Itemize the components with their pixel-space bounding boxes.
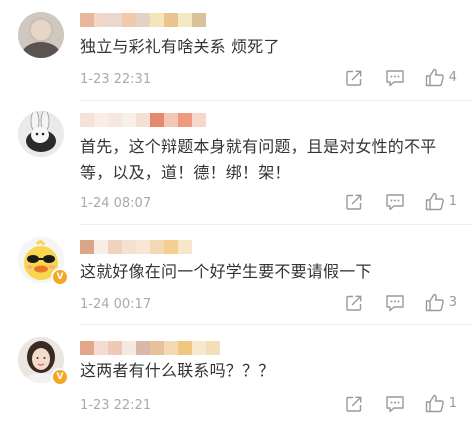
blurred-name-pixel [94, 341, 108, 355]
blurred-name-pixel [122, 113, 136, 127]
blurred-name-pixel [122, 13, 136, 27]
blurred-name-pixel [80, 13, 94, 27]
blurred-name-pixel [178, 240, 192, 254]
thumbs-up-icon [425, 68, 444, 87]
divider [80, 224, 473, 225]
comment-actions: 1 [345, 394, 457, 413]
avatar[interactable] [18, 12, 64, 58]
blurred-username[interactable] [80, 341, 220, 355]
blurred-name-pixel [94, 240, 108, 254]
blurred-name-pixel [178, 341, 192, 355]
blurred-name-pixel [80, 341, 94, 355]
like-button[interactable]: 3 [425, 293, 457, 312]
divider [80, 324, 473, 325]
comment-text: 这就好像在问一个好学生要不要请假一下 [80, 262, 372, 281]
blurred-name-pixel [94, 113, 108, 127]
blurred-name-pixel [178, 113, 192, 127]
blurred-username[interactable] [80, 13, 206, 27]
blurred-name-pixel [192, 113, 206, 127]
blurred-name-pixel [150, 240, 164, 254]
comment-text: 独立与彩礼有啥关系 烦死了 [80, 37, 280, 56]
like-button[interactable]: 1 [425, 394, 457, 413]
blurred-name-pixel [108, 13, 122, 27]
thumbs-up-icon [425, 293, 444, 312]
blurred-name-pixel [192, 341, 206, 355]
comment-icon [386, 294, 404, 311]
comment-icon [386, 395, 404, 412]
verified-badge-icon: V [51, 268, 69, 286]
blurred-name-pixel [122, 240, 136, 254]
comment-actions: 3 [345, 293, 457, 312]
like-count: 4 [448, 70, 457, 85]
blurred-name-pixel [178, 13, 192, 27]
rabbit-avatar-icon [18, 111, 64, 157]
blurred-name-pixel [108, 113, 122, 127]
share-icon [346, 194, 362, 210]
verified-badge-icon: V [51, 368, 69, 386]
comment-actions: 4 [345, 68, 457, 87]
blurred-name-pixel [150, 341, 164, 355]
share-button[interactable] [345, 294, 363, 312]
blurred-username[interactable] [80, 113, 206, 127]
share-button[interactable] [345, 395, 363, 413]
blurred-name-pixel [122, 341, 136, 355]
blurred-name-pixel [80, 240, 94, 254]
blurred-name-pixel [108, 240, 122, 254]
avatar[interactable] [18, 111, 64, 157]
share-button[interactable] [345, 69, 363, 87]
reply-button[interactable] [385, 395, 405, 413]
like-count: 3 [448, 295, 457, 310]
blurred-name-pixel [150, 113, 164, 127]
reply-button[interactable] [385, 69, 405, 87]
blurred-name-pixel [164, 13, 178, 27]
blurred-name-pixel [94, 13, 108, 27]
blurred-name-pixel [164, 240, 178, 254]
like-button[interactable]: 4 [425, 68, 457, 87]
comment-text: 首先，这个辩题本身就有问题，且是对女性的不平等，以及，道！德！绑！架！ [80, 137, 437, 182]
blurred-name-pixel [136, 240, 150, 254]
comment-timestamp: 1-24 00:17 [80, 297, 152, 312]
comment-timestamp: 1-23 22:21 [80, 398, 152, 413]
blurred-name-pixel [164, 341, 178, 355]
blurred-name-pixel [136, 13, 150, 27]
blurred-name-pixel [108, 341, 122, 355]
reply-button[interactable] [385, 193, 405, 211]
blurred-name-pixel [136, 113, 150, 127]
like-button[interactable]: 1 [425, 192, 457, 211]
share-button[interactable] [345, 193, 363, 211]
blurred-username[interactable] [80, 240, 192, 254]
share-icon [346, 70, 362, 86]
share-icon [346, 396, 362, 412]
share-icon [346, 295, 362, 311]
comment-icon [386, 193, 404, 210]
like-count: 1 [448, 194, 457, 209]
thumbs-up-icon [425, 192, 444, 211]
comment-text: 这两者有什么联系吗？？？ [80, 361, 275, 380]
blurred-name-pixel [206, 341, 220, 355]
like-count: 1 [448, 396, 457, 411]
blurred-name-pixel [136, 341, 150, 355]
divider [80, 100, 473, 101]
comment-timestamp: 1-24 08:07 [80, 196, 152, 211]
blurred-name-pixel [192, 13, 206, 27]
comment-timestamp: 1-23 22:31 [80, 72, 152, 87]
blurred-person-avatar-icon [18, 12, 64, 58]
blurred-name-pixel [150, 13, 164, 27]
thumbs-up-icon [425, 394, 444, 413]
comment-actions: 1 [345, 192, 457, 211]
comment-icon [386, 69, 404, 86]
blurred-name-pixel [164, 113, 178, 127]
reply-button[interactable] [385, 294, 405, 312]
blurred-name-pixel [80, 113, 94, 127]
